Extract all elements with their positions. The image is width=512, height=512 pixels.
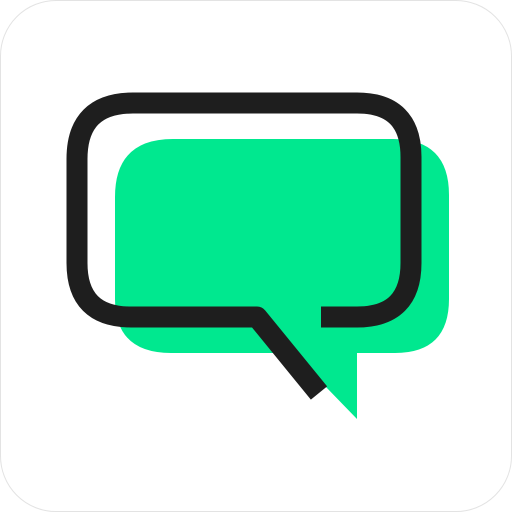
- chat-bubble-icon: [66, 92, 449, 419]
- app-icon[interactable]: [0, 0, 512, 512]
